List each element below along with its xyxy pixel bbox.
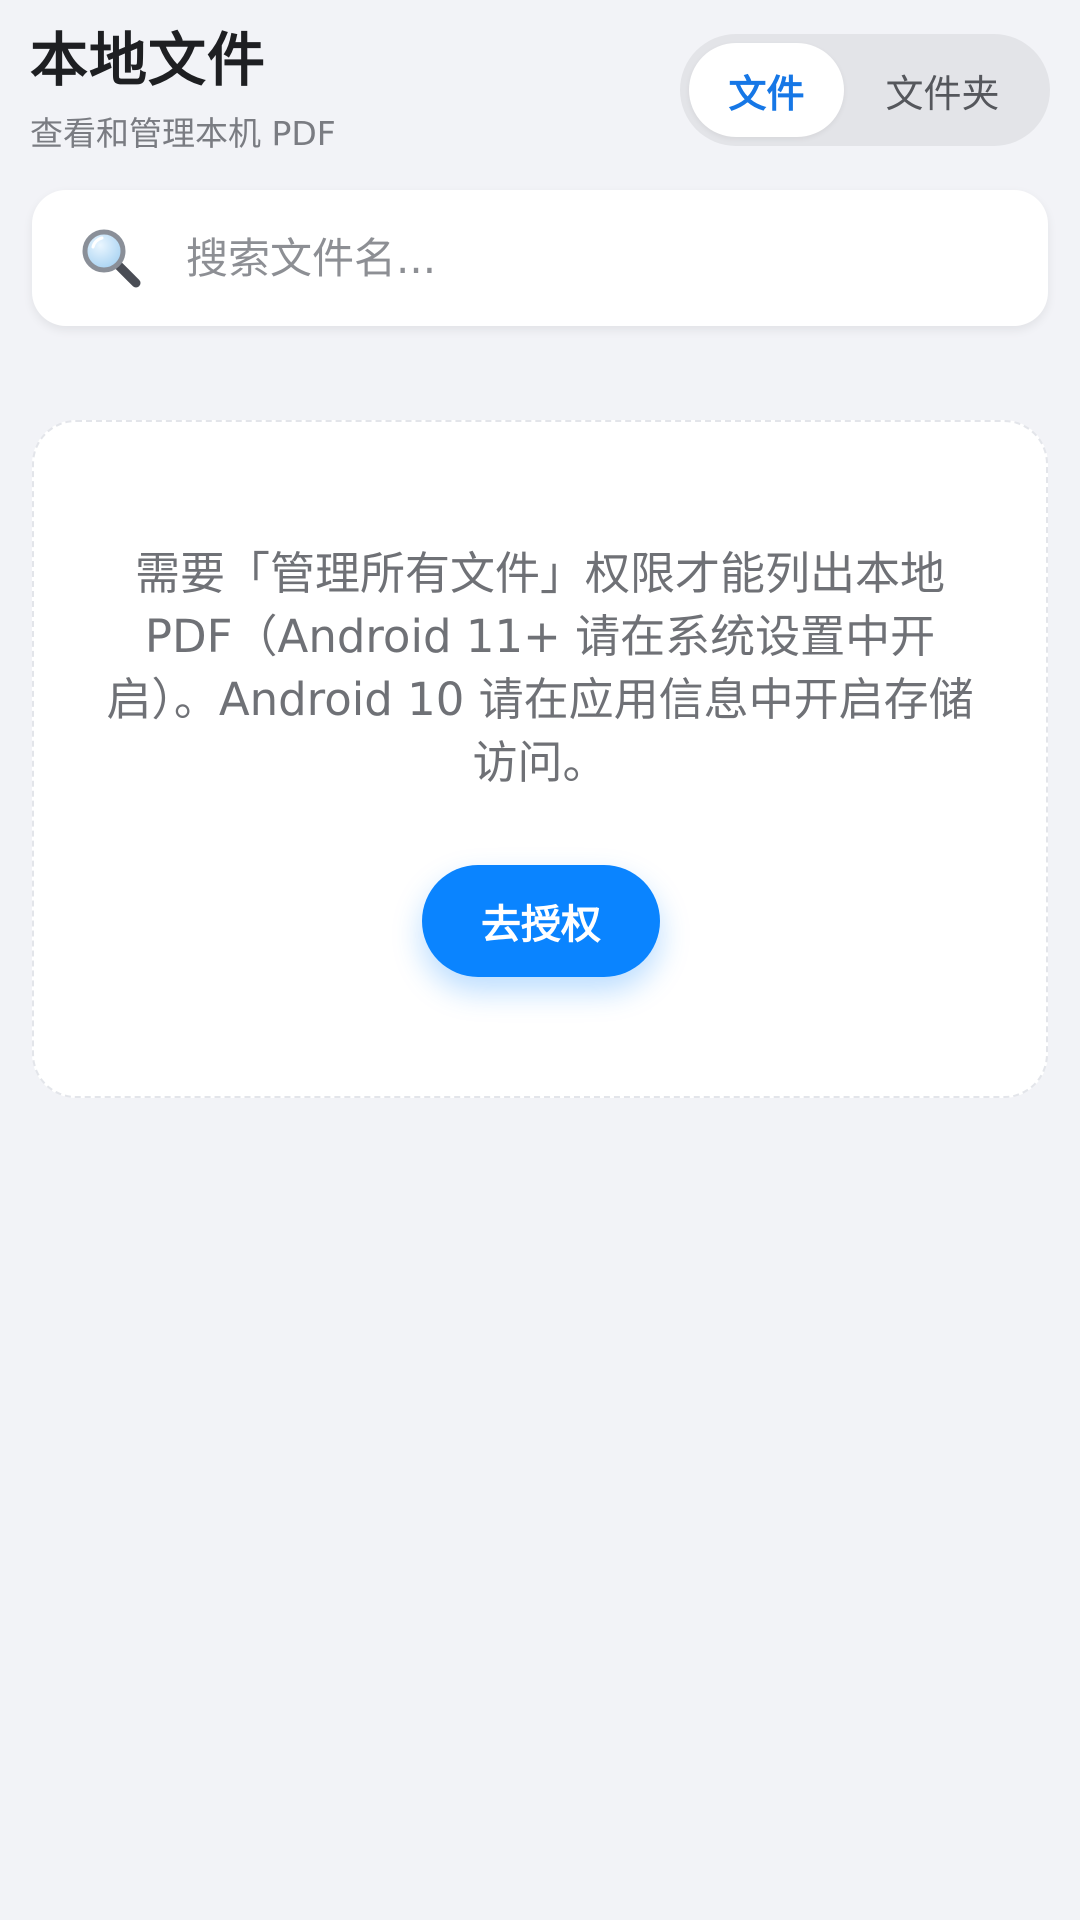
tab-folders[interactable]: 文件夹: [844, 43, 1041, 137]
search-icon: [76, 223, 146, 293]
page-title: 本地文件: [30, 26, 267, 94]
page-subtitle: 查看和管理本机 PDF: [30, 114, 336, 153]
local-files-page: 本地文件 查看和管理本机 PDF 文件 文件夹 需要「管理所有文件」权限才能列出…: [0, 0, 1080, 1920]
search-bar[interactable]: [32, 190, 1048, 326]
search-input[interactable]: [184, 232, 988, 284]
grant-permission-button[interactable]: 去授权: [422, 865, 660, 977]
permission-card: 需要「管理所有文件」权限才能列出本地 PDF（Android 11+ 请在系统设…: [32, 420, 1048, 1098]
tab-files[interactable]: 文件: [689, 43, 844, 137]
view-toggle: 文件 文件夹: [680, 34, 1050, 146]
page-header: 本地文件 查看和管理本机 PDF: [30, 22, 336, 156]
permission-message: 需要「管理所有文件」权限才能列出本地 PDF（Android 11+ 请在系统设…: [106, 547, 974, 789]
